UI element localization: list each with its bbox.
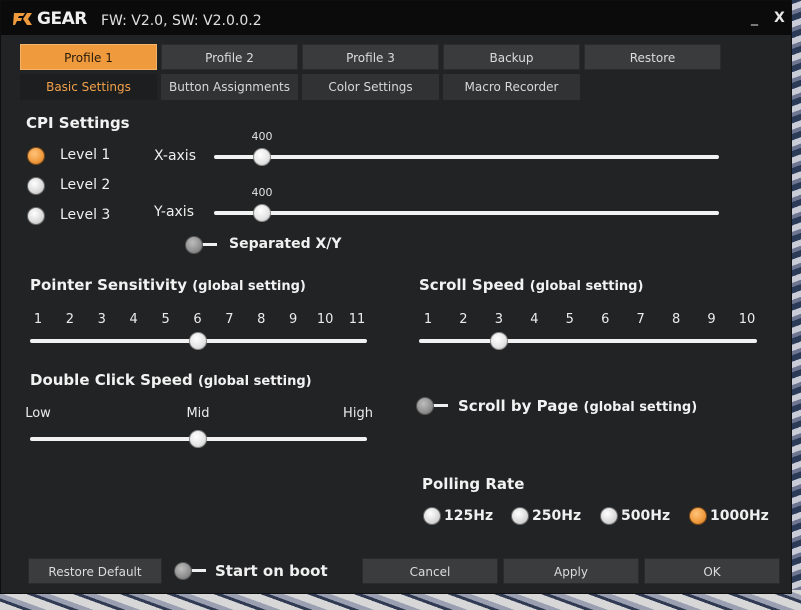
tab-backup[interactable]: Backup [443,44,580,70]
x-axis-slider-track[interactable] [214,155,719,159]
tab-restore[interactable]: Restore [584,44,721,70]
pointer-tick-3: 3 [97,312,106,327]
double-click-speed-title: Double Click Speed (global setting) [30,371,312,389]
apply-button[interactable]: Apply [503,558,639,584]
y-axis-label: Y-axis [154,204,194,220]
separated-xy-toggle[interactable] [185,236,221,254]
separated-xy-label: Separated X/Y [229,236,342,252]
pointer-tick-2: 2 [65,312,75,327]
pointer-tick-9: 9 [289,312,298,327]
pointer-sensitivity-label: Pointer Sensitivity [30,276,187,294]
scroll-tick-1: 1 [423,312,433,327]
scroll-tick-10: 10 [738,312,756,327]
logo-text: GEAR [37,9,87,29]
double-click-speed-label: Double Click Speed [30,371,193,389]
scroll-tick-7: 7 [636,312,645,327]
scroll-tick-4: 4 [530,312,539,327]
toggle-knob-icon [185,236,203,254]
tab-profile-3[interactable]: Profile 3 [302,44,439,70]
toggle-knob-icon [174,562,192,580]
ok-button[interactable]: OK [644,558,780,584]
pointer-tick-4: 4 [129,312,138,327]
polling-125hz-radio[interactable] [423,507,441,525]
cpi-level-2-label: Level 2 [60,177,111,193]
x-axis-value: 400 [251,130,273,143]
restore-default-button[interactable]: Restore Default [28,558,162,584]
polling-250hz-radio[interactable] [511,507,529,525]
pointer-tick-6: 6 [193,312,202,327]
y-axis-slider-handle[interactable] [252,204,271,222]
polling-1000hz-radio[interactable] [689,507,707,525]
double-click-high-label: High [343,406,373,421]
fnatic-logo-icon [13,13,32,25]
polling-rate-title: Polling Rate [422,475,525,493]
cpi-level-3-label: Level 3 [60,207,111,223]
polling-250hz-label: 250Hz [532,508,582,524]
cpi-settings-title: CPI Settings [26,114,130,132]
toggle-knob-icon [416,397,434,415]
double-click-low-label: Low [25,406,51,421]
subtab-basic-settings[interactable]: Basic Settings [20,74,157,100]
tab-profile-1[interactable]: Profile 1 [20,44,157,70]
scroll-speed-note: (global setting) [529,279,644,294]
cpi-level-1-radio[interactable] [27,147,45,165]
pointer-tick-10: 10 [316,312,334,327]
scroll-tick-5: 5 [565,312,574,327]
x-axis-slider-handle[interactable] [252,148,271,166]
close-button[interactable]: X [774,11,785,25]
scroll-tick-9: 9 [707,312,716,327]
pointer-tick-5: 5 [161,312,170,327]
title-bar[interactable]: GEAR FW: V2.0, SW: V2.0.0.2 _ X [1,1,791,35]
scroll-tick-8: 8 [671,312,681,327]
minimize-button[interactable]: _ [751,11,758,25]
pointer-sensitivity-note: (global setting) [192,279,306,294]
app-window: GEAR FW: V2.0, SW: V2.0.0.2 _ X Profile … [0,0,792,594]
y-axis-value: 400 [251,186,273,199]
cpi-level-2-radio[interactable] [27,177,45,195]
scroll-tick-6: 6 [601,312,610,327]
subtab-macro-recorder[interactable]: Macro Recorder [443,74,580,100]
start-on-boot-toggle[interactable] [174,562,210,580]
start-on-boot-label: Start on boot [215,562,328,580]
polling-500hz-radio[interactable] [600,507,618,525]
x-axis-label: X-axis [154,148,196,164]
scroll-by-page-toggle[interactable] [416,397,452,415]
double-click-mid-label: Mid [186,406,210,421]
scroll-speed-slider-handle[interactable] [489,332,508,350]
polling-500hz-label: 500Hz [621,508,671,524]
scroll-by-page-note: (global setting) [583,400,698,415]
scroll-speed-title: Scroll Speed (global setting) [419,276,643,294]
subtab-button-assignments[interactable]: Button Assignments [161,74,298,100]
scroll-tick-3: 3 [494,312,504,327]
scroll-by-page-label: Scroll by Page [458,397,579,415]
polling-125hz-label: 125Hz [444,508,494,524]
cpi-level-1-label: Level 1 [60,147,111,163]
subtab-color-settings[interactable]: Color Settings [302,74,439,100]
y-axis-slider-track[interactable] [214,211,719,215]
tab-profile-2[interactable]: Profile 2 [161,44,298,70]
scroll-by-page-title: Scroll by Page (global setting) [458,397,697,415]
pointer-tick-7: 7 [225,312,234,327]
pointer-tick-1: 1 [33,312,43,327]
pointer-sensitivity-title: Pointer Sensitivity (global setting) [30,276,306,294]
pointer-sensitivity-slider-handle[interactable] [188,332,207,350]
scroll-tick-2: 2 [459,312,468,327]
scroll-speed-label: Scroll Speed [419,276,525,294]
app-logo: GEAR [13,9,87,29]
firmware-version: FW: V2.0, SW: V2.0.0.2 [101,13,262,29]
pointer-tick-8: 8 [257,312,266,327]
cpi-level-3-radio[interactable] [27,207,45,225]
cancel-button[interactable]: Cancel [362,558,498,584]
double-click-slider-handle[interactable] [189,430,207,448]
pointer-tick-11: 11 [348,312,366,327]
scroll-speed-slider-track[interactable] [419,339,757,343]
polling-1000hz-label: 1000Hz [710,508,769,524]
double-click-speed-note: (global setting) [197,374,312,389]
